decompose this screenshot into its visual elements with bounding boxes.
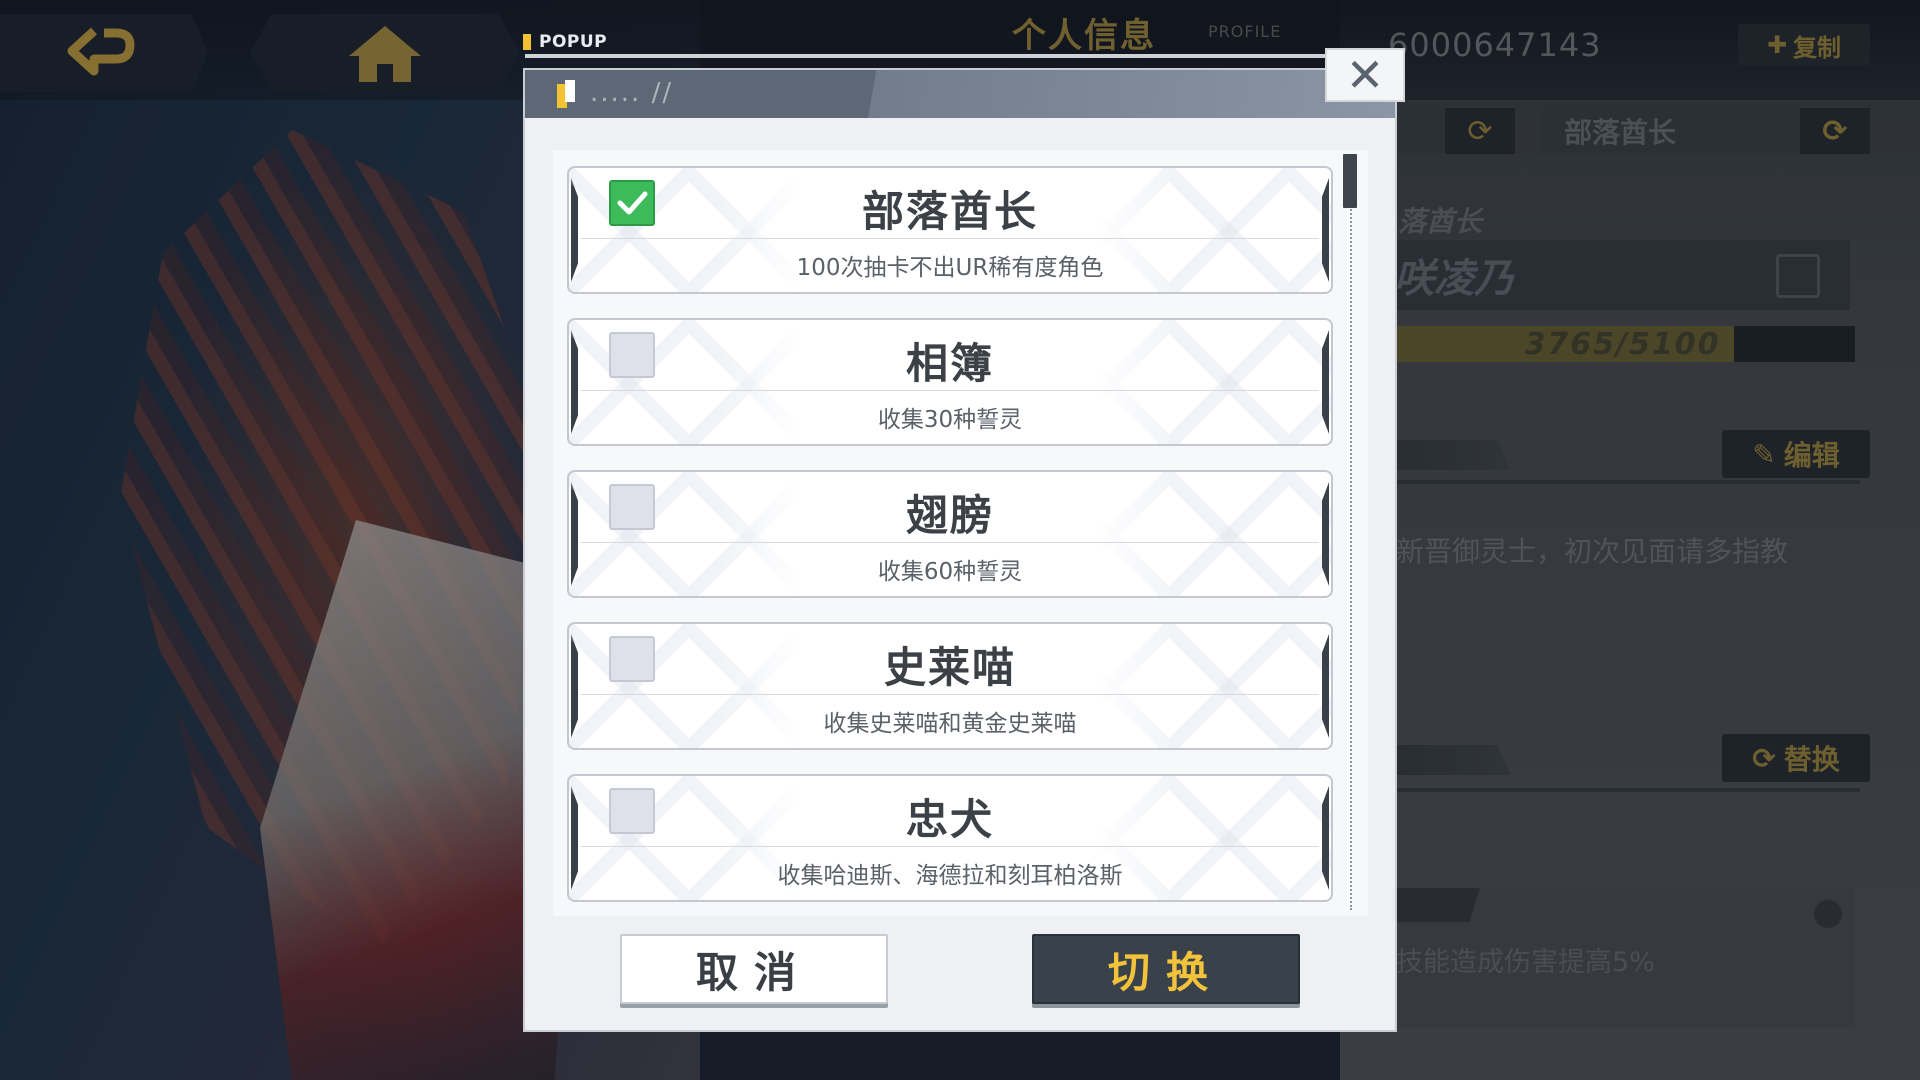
scrollbar-thumb[interactable] (1343, 154, 1357, 208)
popup-tag-label: POPUP (539, 32, 608, 52)
list-item[interactable]: 翅膀 收集60种誓灵 (567, 470, 1333, 598)
popup-tag-marker (523, 34, 531, 50)
item-title: 忠犬 (905, 795, 994, 844)
scrollbar-track[interactable] (1350, 154, 1354, 910)
item-description: 收集史莱喵和黄金史莱喵 (823, 711, 1077, 737)
title-select-popup: ..... // 部落酋长 100次抽卡不出UR稀有度角色 相簿 收集30种誓灵… (525, 70, 1395, 1030)
popup-tag: POPUP (523, 32, 607, 52)
list-item[interactable]: 相簿 收集30种誓灵 (567, 318, 1333, 446)
close-icon: ✕ (1345, 48, 1385, 102)
list-item[interactable]: 史莱喵 收集史莱喵和黄金史莱喵 (567, 622, 1333, 750)
item-title: 部落酋长 (861, 187, 1038, 236)
cancel-button[interactable]: 取消 (620, 934, 888, 1004)
list-item[interactable]: 部落酋长 100次抽卡不出UR稀有度角色 (567, 166, 1333, 294)
list-item[interactable]: 忠犬 收集哈迪斯、海德拉和刻耳柏洛斯 (567, 774, 1333, 902)
item-title: 相簿 (905, 339, 994, 388)
folder-tab-icon (557, 80, 575, 108)
title-list[interactable]: 部落酋长 100次抽卡不出UR稀有度角色 相簿 收集30种誓灵 翅膀 收集60种… (553, 150, 1368, 916)
item-description: 收集60种誓灵 (877, 559, 1023, 585)
item-description: 收集哈迪斯、海德拉和刻耳柏洛斯 (777, 863, 1123, 889)
item-title: 翅膀 (905, 491, 994, 540)
item-description: 100次抽卡不出UR稀有度角色 (796, 255, 1104, 281)
popup-title: ..... // (590, 78, 674, 108)
switch-button[interactable]: 切换 (1032, 934, 1300, 1004)
close-button[interactable]: ✕ (1325, 48, 1405, 102)
popup-titlebar: ..... // (525, 70, 1395, 118)
item-title: 史莱喵 (883, 643, 1016, 692)
item-description: 收集30种誓灵 (877, 407, 1023, 433)
popup-header-line (525, 54, 1325, 58)
